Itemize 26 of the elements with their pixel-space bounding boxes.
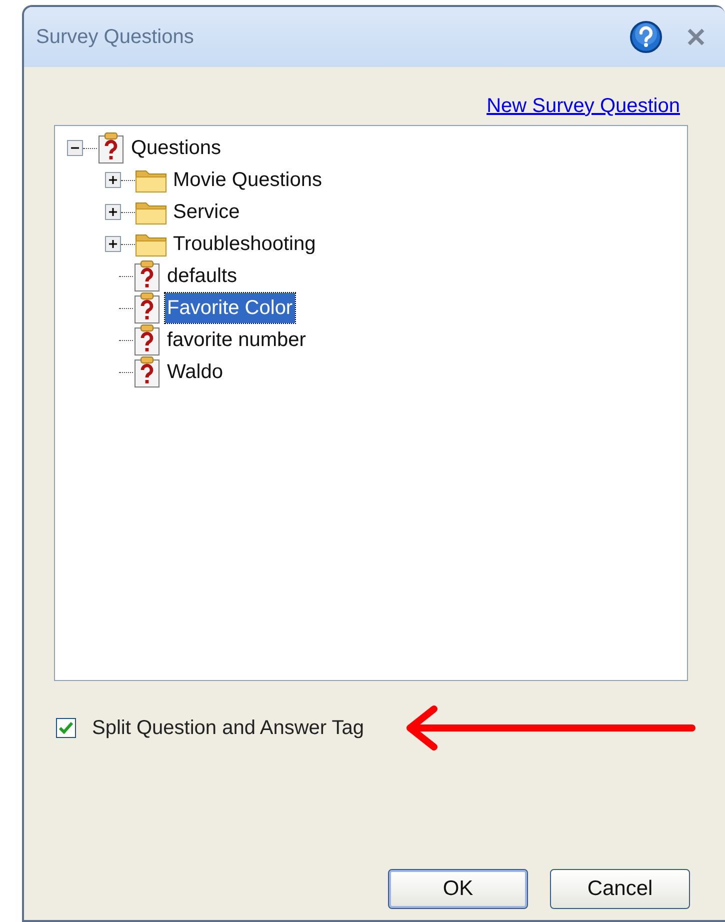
tree-item[interactable]: Troubleshooting [171,229,318,259]
cancel-button[interactable]: Cancel [550,869,690,909]
expand-toggle[interactable] [105,204,121,220]
close-icon[interactable] [687,28,705,46]
expand-toggle[interactable] [105,172,121,188]
tree-item[interactable]: defaults [165,261,240,291]
checkbox-label: Split Question and Answer Tag [92,716,364,741]
tree-item[interactable]: Movie Questions [171,165,324,195]
ok-button[interactable]: OK [388,869,528,909]
question-clipboard-icon [97,132,125,164]
help-icon[interactable] [629,20,663,54]
collapse-toggle[interactable] [67,140,83,156]
tree-item[interactable]: Favorite Color [165,293,295,323]
check-icon [59,722,73,734]
question-clipboard-icon [133,292,161,324]
question-clipboard-icon [133,260,161,292]
new-question-link[interactable]: New Survey Question [486,91,680,121]
expand-toggle[interactable] [105,236,121,252]
tree-item[interactable]: favorite number [165,325,308,355]
tree-item[interactable]: Questions [129,133,224,163]
question-clipboard-icon [133,324,161,356]
tree-item[interactable]: Waldo [165,357,225,387]
question-clipboard-icon [133,356,161,388]
window-title: Survey Questions [36,25,195,50]
checkbox[interactable] [56,718,76,738]
tree-item[interactable]: Service [171,197,242,227]
